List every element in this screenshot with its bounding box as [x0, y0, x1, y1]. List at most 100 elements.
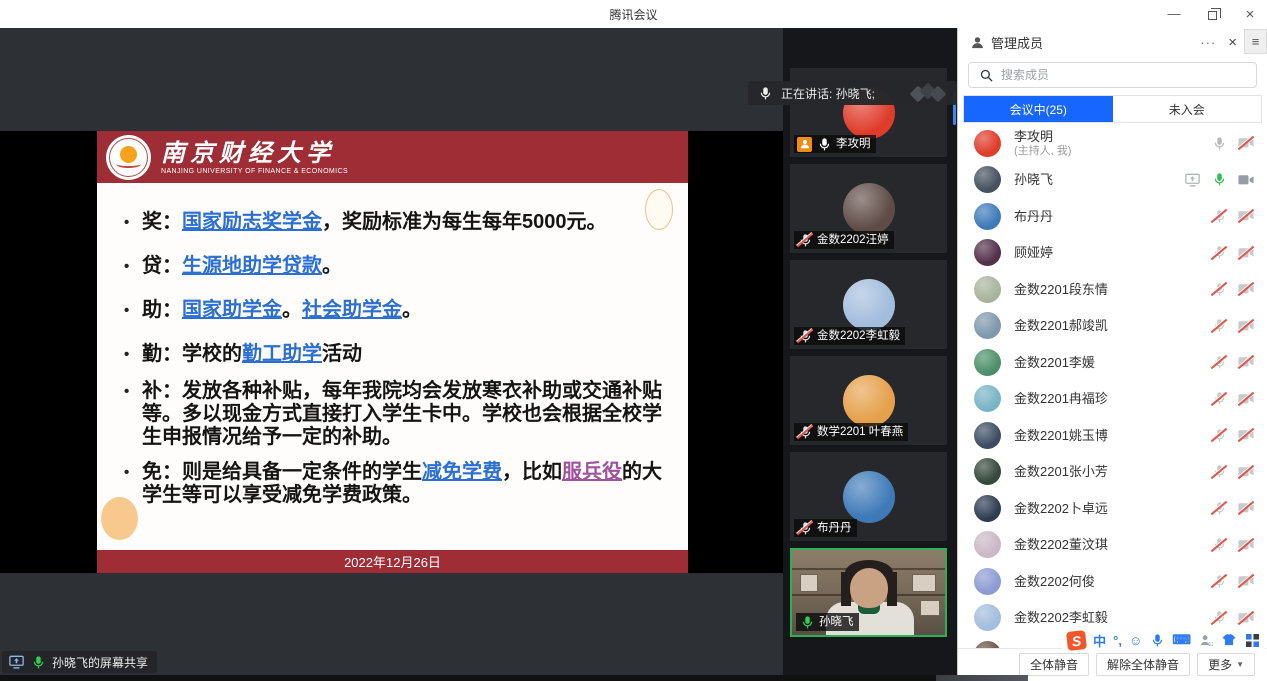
member-row[interactable]: 金数2202卜卓远: [958, 490, 1267, 527]
camera-off-icon[interactable]: [1238, 245, 1254, 261]
slide-text: 。: [402, 299, 422, 321]
video-tile[interactable]: 数学2201 叶春燕: [790, 356, 947, 445]
speaking-toast-text: 正在讲话: 孙晓飞;: [781, 85, 875, 102]
member-row[interactable]: 金数2201冉福珍: [958, 381, 1267, 418]
main-area: 南京财经大学 NANJING UNIVERSITY OF FINANCE & E…: [0, 28, 1267, 681]
avatar: [974, 641, 1001, 648]
mic-muted-icon[interactable]: [1211, 427, 1227, 443]
screen-share-status-pill[interactable]: 孙晓飞的屏幕共享: [2, 651, 157, 673]
camera-off-icon[interactable]: [1238, 354, 1254, 370]
mic-muted-icon[interactable]: [1211, 318, 1227, 334]
avatar: [974, 239, 1001, 266]
slide-link: 生源地助学贷款: [182, 255, 322, 277]
camera-off-icon[interactable]: [1238, 427, 1254, 443]
university-name-en: NANJING UNIVERSITY OF FINANCE & ECONOMIC…: [161, 168, 348, 175]
camera-off-icon[interactable]: [1238, 610, 1254, 626]
mute-all-button[interactable]: 全体静音: [1019, 653, 1089, 676]
avatar: [843, 471, 895, 523]
avatar: [974, 349, 1001, 376]
emoji-icon[interactable]: ☺: [1129, 633, 1142, 648]
member-row[interactable]: 金数2201段东情: [958, 271, 1267, 308]
panel-menu-button[interactable]: ≡: [1244, 29, 1267, 54]
mic-muted-icon[interactable]: [1211, 500, 1227, 516]
mic-muted-icon[interactable]: [1211, 464, 1227, 480]
participant-name: 孙晓飞: [819, 614, 854, 630]
camera-off-icon[interactable]: [1238, 135, 1254, 151]
mic-muted-icon[interactable]: [1211, 354, 1227, 370]
tab-not-joined[interactable]: 未入会: [1113, 96, 1262, 122]
handwriting-icon[interactable]: 12: [1198, 632, 1214, 648]
mic-muted-icon[interactable]: [1211, 208, 1227, 224]
mic-muted-icon[interactable]: [1211, 245, 1227, 261]
screen-share-label: 孙晓飞的屏幕共享: [52, 654, 148, 671]
mic-speaking-icon[interactable]: [1211, 172, 1227, 188]
slide-text: 奖：: [142, 211, 182, 233]
svg-text:12: 12: [1208, 642, 1213, 647]
member-row[interactable]: 顾娅婷: [958, 235, 1267, 272]
soft-keyboard-icon[interactable]: ⌨: [1172, 632, 1191, 648]
video-tile[interactable]: 孙晓飞: [790, 548, 947, 637]
video-tile[interactable]: 金数2202汪婷: [790, 164, 947, 253]
member-row[interactable]: 孙晓飞: [958, 162, 1267, 199]
camera-off-icon[interactable]: [1238, 391, 1254, 407]
mic-muted-icon[interactable]: [1211, 391, 1227, 407]
camera-off-icon[interactable]: [1238, 573, 1254, 589]
mic-muted-icon: [797, 328, 813, 344]
video-tile[interactable]: 金数2202李虹毅: [790, 260, 947, 349]
close-button[interactable]: ×: [1243, 7, 1257, 21]
camera-off-icon[interactable]: [1238, 464, 1254, 480]
camera-off-icon[interactable]: [1238, 318, 1254, 334]
slide-text: 助：: [142, 299, 182, 321]
skin-center-icon[interactable]: [1221, 632, 1237, 648]
window-titlebar: 腾讯会议 — ×: [0, 0, 1267, 28]
mic-muted-icon[interactable]: [1211, 281, 1227, 297]
camera-off-icon[interactable]: [1238, 281, 1254, 297]
more-button[interactable]: 更多▼: [1197, 653, 1255, 676]
toolbox-icon[interactable]: [1244, 632, 1260, 648]
panel-title: 管理成员: [991, 33, 1043, 52]
member-row[interactable]: 金数2201张小芳: [958, 454, 1267, 491]
member-name: 金数2201张小芳: [1014, 464, 1108, 479]
maximize-button[interactable]: [1205, 7, 1219, 21]
mic-muted-icon[interactable]: [1211, 610, 1227, 626]
camera-off-icon[interactable]: [1238, 537, 1254, 553]
mic-speaking-icon: [30, 654, 46, 670]
member-row[interactable]: 金数2201李媛: [958, 344, 1267, 381]
chinese-mode-icon[interactable]: 中: [1093, 631, 1106, 650]
member-row[interactable]: 金数2201姚玉博: [958, 417, 1267, 454]
minimize-button[interactable]: —: [1167, 7, 1181, 21]
video-tile[interactable]: 布丹丹: [790, 452, 947, 541]
member-search-box[interactable]: [968, 62, 1257, 88]
mic-icon[interactable]: [1211, 135, 1227, 151]
member-row[interactable]: 布丹丹: [958, 198, 1267, 235]
avatar: [974, 130, 1001, 157]
sogou-logo-icon[interactable]: S: [1066, 630, 1087, 651]
voice-input-icon[interactable]: [1149, 632, 1165, 648]
tile-name-label: 孙晓飞: [796, 613, 859, 631]
member-row[interactable]: 金数2202董汶琪: [958, 527, 1267, 564]
mic-muted-icon[interactable]: [1211, 573, 1227, 589]
panel-more-button[interactable]: ···: [1200, 35, 1216, 50]
mic-icon: [757, 85, 773, 101]
tab-in-meeting[interactable]: 会议中(25): [964, 96, 1113, 122]
tile-name-label: 金数2202李虹毅: [794, 327, 905, 345]
mic-muted-icon: [797, 520, 813, 536]
mic-muted-icon[interactable]: [1211, 537, 1227, 553]
meeting-logo-watermark-icon: [910, 85, 948, 101]
ime-toolbar: S中 °, ☺ ⌨ 12: [1062, 629, 1265, 651]
panel-close-button[interactable]: ×: [1228, 34, 1237, 51]
member-name: 金数2202董汶琪: [1014, 537, 1108, 552]
camera-icon[interactable]: [1238, 172, 1254, 188]
camera-off-icon[interactable]: [1238, 500, 1254, 516]
punctuation-mode-icon[interactable]: °,: [1113, 633, 1122, 648]
member-row[interactable]: 李攻明(主持人, 我): [958, 125, 1267, 162]
slide-text: 贷：: [142, 255, 182, 277]
slide-date: 2022年12月26日: [344, 552, 441, 571]
member-row[interactable]: 金数2202何俊: [958, 563, 1267, 600]
member-search-input[interactable]: [1001, 68, 1247, 82]
unmute-all-button[interactable]: 解除全体静音: [1096, 653, 1190, 676]
camera-off-icon[interactable]: [1238, 208, 1254, 224]
mic-muted-icon: [797, 232, 813, 248]
member-row[interactable]: 金数2201郝竣凯: [958, 308, 1267, 345]
slide-footer-band: 2022年12月26日: [97, 550, 688, 573]
